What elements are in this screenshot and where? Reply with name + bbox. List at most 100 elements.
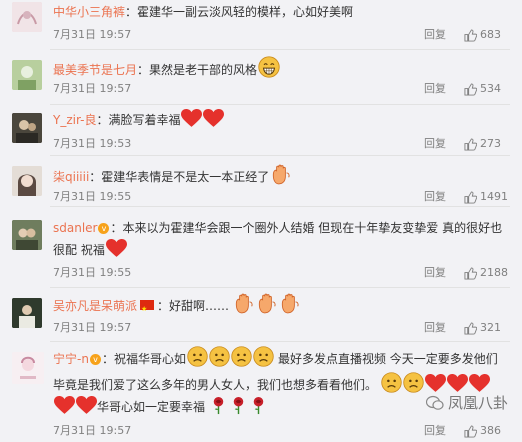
like-button[interactable]: 534 <box>464 82 501 96</box>
thumbs-up-icon <box>464 425 477 438</box>
comment-time: 7月31日 19:57 <box>53 82 132 95</box>
thumbs-up-icon <box>464 138 477 151</box>
watermark-text: 凤凰八卦 <box>447 394 508 412</box>
china-flag-icon <box>140 297 155 321</box>
heart-icon <box>181 109 202 128</box>
like-count: 534 <box>480 82 501 95</box>
thumbs-up-icon <box>464 29 477 42</box>
comment-text: 最美季节是七月：果然是老干部的风格 <box>53 56 508 85</box>
like-button[interactable]: 2188 <box>464 266 508 280</box>
like-button[interactable]: 683 <box>464 28 501 42</box>
like-count: 273 <box>480 137 501 150</box>
comment-time: 7月31日 19:55 <box>53 266 132 279</box>
avatar[interactable] <box>12 352 44 384</box>
comment-item: 最美季节是七月：果然是老干部的风格 7月31日 19:57 回复 534 <box>0 50 522 105</box>
comment-item: Y_zir-良：满脸写着幸福 7月31日 19:53 回复 273 <box>0 105 522 156</box>
avatar-image-icon <box>12 2 42 32</box>
comment-body: ：霍建华表情是不是太一本正经了 <box>89 170 270 184</box>
heart-icon <box>203 109 224 128</box>
comment-text: 柒qiiiii：霍建华表情是不是太一本正经了 <box>53 163 508 192</box>
clap-hands-icon <box>233 292 255 314</box>
clap-hands-icon <box>256 292 278 314</box>
comment-body: ：果然是老干部的风格 <box>137 63 258 77</box>
like-count: 386 <box>480 424 501 437</box>
comment-body: ：本来以为霍建华会跟一个圈外人结婚 但现在十年挚友变挚爱 真的很好也 <box>110 221 503 235</box>
thumbs-up-icon <box>464 267 477 280</box>
reply-button[interactable]: 回复 <box>424 28 446 42</box>
reply-button[interactable]: 回复 <box>424 266 446 280</box>
avatar-image-icon <box>12 352 44 384</box>
heart-icon <box>447 374 468 393</box>
avatar-image-icon <box>12 220 42 250</box>
comment-item: 吴亦凡是呆萌派 ：好甜啊…… 7月31日 19:57 回复 321 <box>0 288 522 342</box>
avatar[interactable] <box>12 166 42 196</box>
clap-hands-icon <box>270 163 292 185</box>
username-link[interactable]: sdanler <box>53 221 97 235</box>
avatar[interactable] <box>12 113 42 143</box>
wechat-icon <box>425 395 444 410</box>
thumbs-up-icon <box>464 322 477 335</box>
like-button[interactable]: 321 <box>464 321 501 335</box>
rose-icon <box>209 396 228 415</box>
like-button[interactable]: 273 <box>464 137 501 151</box>
username-link[interactable]: 最美季节是七月 <box>53 63 137 77</box>
sad-face-icon <box>253 346 274 367</box>
reply-button[interactable]: 回复 <box>424 321 446 335</box>
username-link[interactable]: 宁宁-n <box>53 352 89 366</box>
comment-time: 7月31日 19:57 <box>53 28 132 41</box>
heart-icon <box>54 396 75 415</box>
comment-item: 柒qiiiii：霍建华表情是不是太一本正经了 7月31日 19:55 回复 14… <box>0 156 522 207</box>
comment-text-line2: 很配 祝福 <box>53 239 508 264</box>
reply-button[interactable]: 回复 <box>424 137 446 151</box>
comment-time: 7月31日 19:57 <box>53 424 132 437</box>
comment-text: 中华小三角裤：霍建华一副云淡风轻的模样，心如好美啊 <box>53 2 508 22</box>
grin-face-icon <box>258 56 280 78</box>
like-count: 2188 <box>480 266 508 279</box>
avatar[interactable] <box>12 298 42 328</box>
reply-button[interactable]: 回复 <box>424 82 446 96</box>
comment-body: ：满脸写着幸福 <box>96 113 181 127</box>
avatar[interactable] <box>12 2 42 32</box>
like-button[interactable]: 386 <box>464 424 501 438</box>
heart-icon <box>425 374 446 393</box>
heart-icon <box>76 396 97 415</box>
username-link[interactable]: 柒qiiiii <box>53 170 89 184</box>
comment-time: 7月31日 19:57 <box>53 321 132 334</box>
comment-text: sdanler v ：本来以为霍建华会跟一个圈外人结婚 但现在十年挚友变挚爱 真的很… <box>53 218 508 238</box>
sad-face-icon <box>403 372 424 393</box>
reply-button[interactable]: 回复 <box>424 190 446 204</box>
comment-time: 7月31日 19:53 <box>53 137 132 150</box>
reply-button[interactable]: 回复 <box>424 424 446 438</box>
avatar-image-icon <box>12 166 42 196</box>
like-count: 321 <box>480 321 501 334</box>
watermark: 凤凰八卦 <box>425 392 508 413</box>
avatar[interactable] <box>12 220 42 250</box>
username-link[interactable]: 中华小三角裤 <box>53 5 125 19</box>
username-link[interactable]: 吴亦凡是呆萌派 <box>53 299 137 313</box>
clap-hands-icon <box>279 292 301 314</box>
comment-text: Y_zir-良：满脸写着幸福 <box>53 109 508 135</box>
vip-badge-icon: v <box>98 223 110 234</box>
heart-icon <box>469 374 490 393</box>
avatar-image-icon <box>12 298 42 328</box>
comment-text: 吴亦凡是呆萌派 ：好甜啊…… <box>53 292 508 322</box>
comment-body-tail: 最好多发点直播视频 今天一定要多发他们 <box>277 352 498 366</box>
vip-badge-icon: v <box>89 354 101 365</box>
comment-item: 中华小三角裤：霍建华一副云淡风轻的模样，心如好美啊 7月31日 19:57 回复… <box>0 0 522 50</box>
avatar-image-icon <box>12 60 42 90</box>
sad-face-icon <box>209 346 230 367</box>
comment-body-continued-2: 华哥心如一定要幸福 <box>97 400 206 414</box>
comment-item: sdanler v ：本来以为霍建华会跟一个圈外人结婚 但现在十年挚友变挚爱 真的很… <box>0 207 522 288</box>
comment-body-continued: 很配 祝福 <box>53 243 105 257</box>
sad-face-icon <box>187 346 208 367</box>
like-count: 1491 <box>480 190 508 203</box>
like-button[interactable]: 1491 <box>464 190 508 204</box>
thumbs-up-icon <box>464 83 477 96</box>
comment-body: ：祝福华哥心如 <box>101 352 186 366</box>
thumbs-up-icon <box>464 191 477 204</box>
sad-face-icon <box>381 372 402 393</box>
username-link[interactable]: Y_zir-良 <box>53 113 96 127</box>
avatar[interactable] <box>12 60 42 90</box>
comment-body: ：好甜啊…… <box>157 299 230 313</box>
rose-icon <box>229 396 248 415</box>
